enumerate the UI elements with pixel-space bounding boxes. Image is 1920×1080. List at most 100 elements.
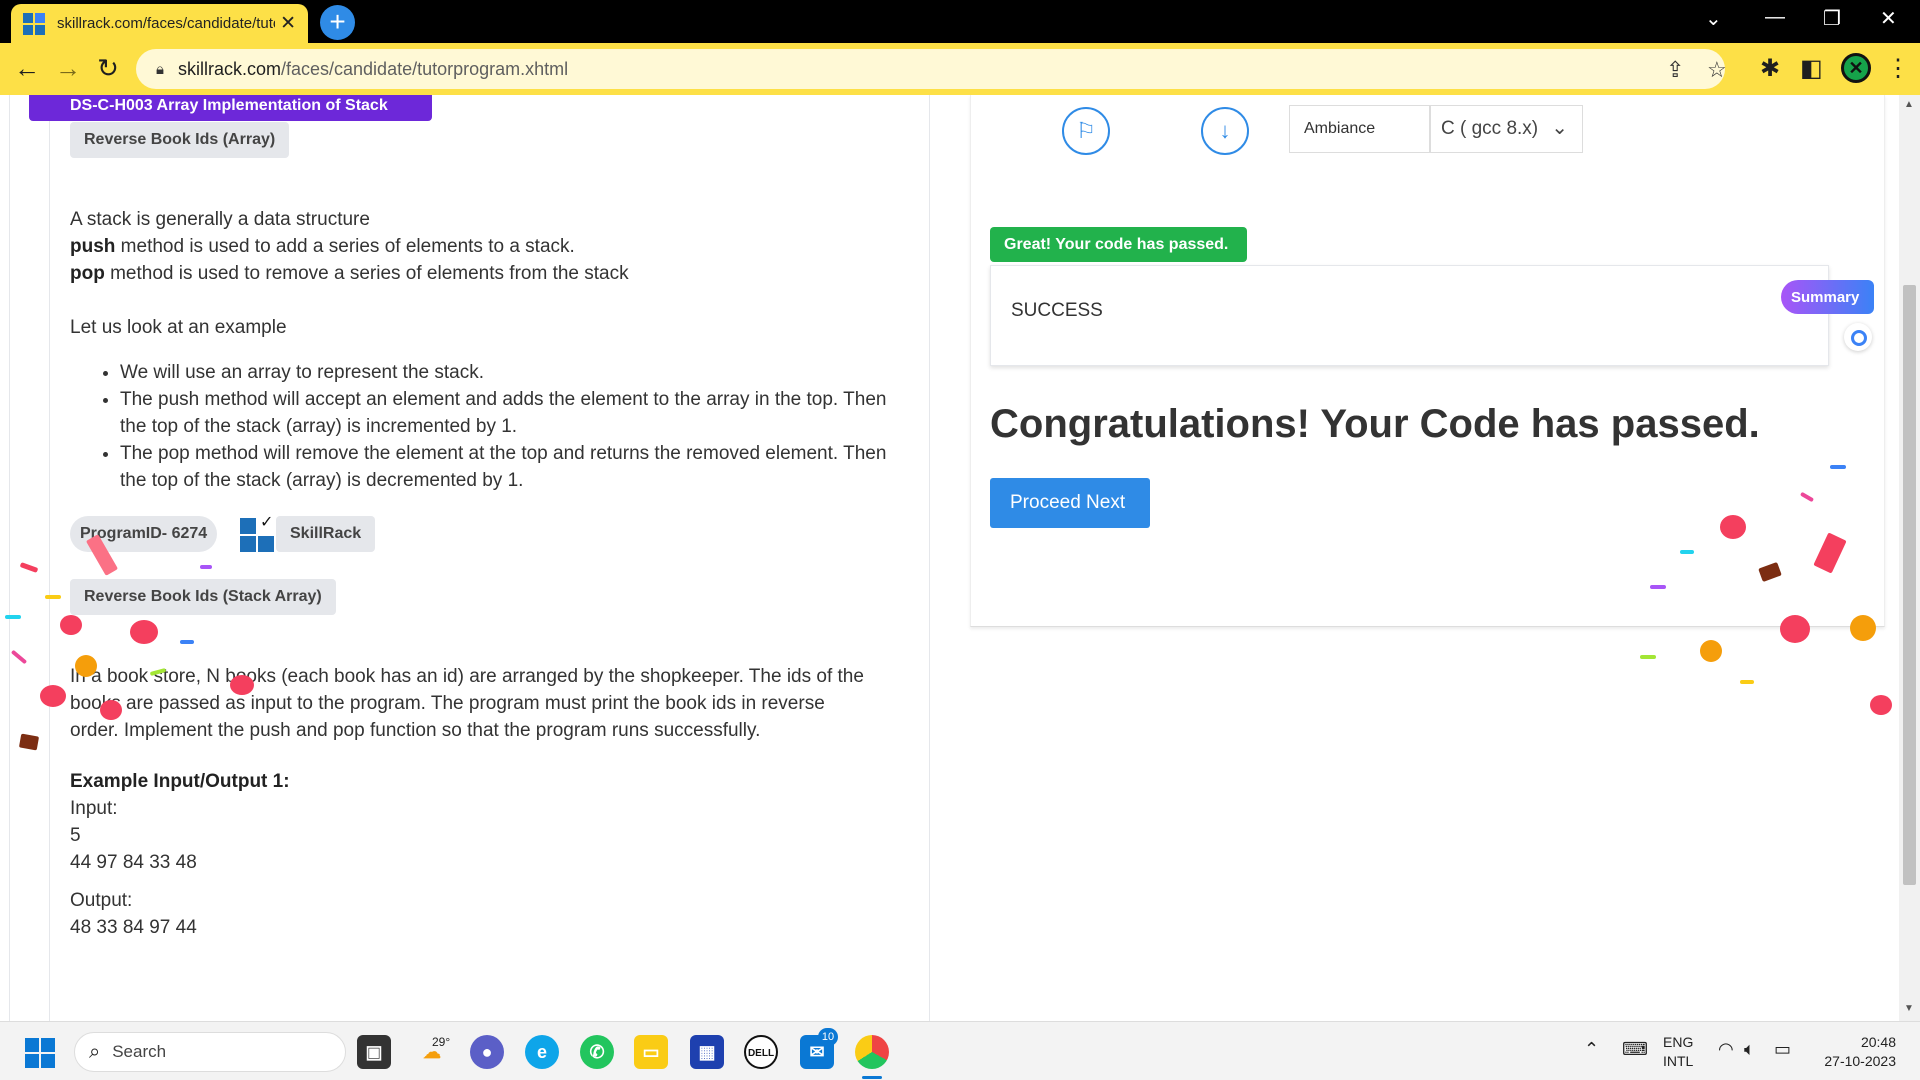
confetti-piece	[1740, 680, 1754, 684]
edge-icon[interactable]: e	[525, 1035, 559, 1069]
program-title-ribbon: DS-C-H003 Array Implementation of Stack	[29, 95, 432, 121]
restore-icon[interactable]: ❐	[1823, 6, 1841, 31]
confetti-piece	[200, 565, 212, 569]
confetti-piece	[1850, 615, 1876, 641]
lang-line: ENG	[1663, 1034, 1694, 1050]
summary-button[interactable]: Summary	[1781, 280, 1874, 314]
new-tab-button[interactable]: +	[320, 5, 355, 40]
problem-statement: In a book store, N books (each book has …	[70, 663, 910, 744]
theme-select[interactable]: Ambiance	[1289, 105, 1430, 153]
problem-line: order. Implement the push and pop functi…	[70, 720, 761, 741]
skillrack-brand: SkillRack	[276, 516, 376, 552]
input-label: Input:	[70, 798, 118, 819]
volume-icon[interactable]: 🔈︎	[1744, 1039, 1755, 1060]
share-icon[interactable]: ⇪	[1666, 57, 1684, 83]
windows-start-icon[interactable]	[25, 1038, 55, 1068]
skillrack-favicon-icon	[23, 12, 45, 35]
list-item: The pop method will remove the element a…	[120, 440, 900, 494]
browser-tab-strip: skillrack.com/faces/candidate/tutorprogr…	[0, 0, 1920, 43]
scroll-thumb[interactable]	[1903, 285, 1916, 885]
clock[interactable]: 20:48 27-10-2023	[1814, 1033, 1896, 1071]
assistant-icon[interactable]	[1844, 323, 1872, 351]
chevron-down-icon: ⌄	[1551, 117, 1568, 139]
confetti-piece	[18, 733, 40, 751]
output-values: 48 33 84 97 44	[70, 917, 197, 938]
weather-temp: 29°	[432, 1035, 451, 1049]
input-language[interactable]: ENG INTL	[1663, 1033, 1693, 1071]
menu-icon[interactable]: ⋮	[1886, 54, 1910, 83]
touch-keyboard-icon[interactable]: ⌨	[1622, 1039, 1648, 1060]
confetti-piece	[230, 675, 254, 695]
scroll-down-icon[interactable]: ▼	[1904, 1003, 1914, 1014]
lock-icon[interactable]: 🔒︎	[156, 61, 164, 78]
address-bar[interactable]: 🔒︎ skillrack.com/faces/candidate/tutorpr…	[136, 49, 1727, 89]
problem-line: books are passed as input to the program…	[70, 693, 825, 714]
confetti-piece	[5, 615, 21, 619]
problem-title-chip: Reverse Book Ids (Stack Array)	[70, 579, 336, 615]
chevron-up-icon[interactable]: ⌃	[1584, 1039, 1599, 1060]
input-values: 44 97 84 33 48	[70, 852, 197, 873]
sidepanel-icon[interactable]: ◧	[1800, 54, 1823, 83]
confetti-piece	[1780, 615, 1810, 643]
input-n: 5	[70, 825, 81, 846]
example-intro: Let us look at an example	[70, 317, 287, 338]
explanation-list: We will use an array to represent the st…	[120, 359, 900, 494]
confetti-piece	[45, 595, 61, 599]
problem-line: In a book store, N books (each book has …	[70, 666, 864, 687]
browser-tab[interactable]: skillrack.com/faces/candidate/tutorprogr…	[11, 4, 308, 43]
proceed-next-button[interactable]: Proceed Next	[990, 478, 1150, 528]
scroll-up-icon[interactable]: ▲	[1904, 99, 1914, 110]
profile-icon[interactable]: ✕	[1841, 53, 1871, 83]
pass-badge: Great! Your code has passed.	[990, 227, 1247, 262]
language-select[interactable]: C ( gcc 8.x) ⌄	[1430, 105, 1583, 153]
microsoft-store-icon[interactable]: ▦	[690, 1035, 724, 1069]
push-line: push method is used to add a series of e…	[70, 233, 629, 260]
clock-time: 20:48	[1860, 1034, 1896, 1050]
confetti-piece	[1640, 655, 1656, 659]
confetti-piece	[1870, 695, 1892, 715]
language-value: C ( gcc 8.x)	[1441, 118, 1539, 139]
submit-icon[interactable]: ⚐	[1062, 107, 1110, 155]
tab-search-icon[interactable]: ⌄	[1705, 6, 1722, 31]
download-icon[interactable]: ↓	[1201, 107, 1249, 155]
minimize-icon[interactable]: —	[1765, 6, 1785, 29]
windows-taskbar: ⌕ Search ▣ ☁ 29° ● e ✆ ▭ ▦ DELL ✉ 10 ⌃ ⌨…	[0, 1021, 1920, 1080]
url-path: /faces/candidate/tutorprogram.xhtml	[281, 58, 569, 79]
teams-chat-icon[interactable]: ●	[470, 1035, 504, 1069]
extensions-icon[interactable]: ✱	[1760, 54, 1780, 83]
pop-keyword: pop	[70, 263, 105, 284]
close-window-icon[interactable]: ✕	[1880, 6, 1897, 31]
list-item: The push method will accept an element a…	[120, 386, 900, 440]
page-scrollbar[interactable]: ▲ ▼	[1899, 95, 1920, 1021]
star-icon[interactable]: ☆	[1707, 57, 1727, 83]
task-view-icon[interactable]: ▣	[357, 1035, 391, 1069]
confetti-piece	[75, 655, 97, 677]
output-label: Output:	[70, 890, 133, 911]
dell-icon[interactable]: DELL	[744, 1035, 778, 1069]
confetti-piece	[19, 562, 39, 573]
skillrack-logo-icon: ✓	[240, 514, 276, 552]
search-label: Search	[112, 1042, 167, 1061]
confetti-piece	[1650, 585, 1666, 589]
file-explorer-icon[interactable]: ▭	[634, 1035, 668, 1069]
whatsapp-icon[interactable]: ✆	[580, 1035, 614, 1069]
taskbar-search[interactable]: ⌕ Search	[74, 1032, 346, 1072]
push-keyword: push	[70, 236, 116, 257]
back-icon[interactable]: ←	[11, 53, 43, 84]
page-viewport: DS-C-H003 Array Implementation of Stack …	[0, 95, 1920, 1021]
example-heading: Example Input/Output 1:	[70, 771, 290, 792]
topic-chip: Reverse Book Ids (Array)	[70, 122, 290, 158]
list-item: We will use an array to represent the st…	[120, 359, 900, 386]
chrome-icon[interactable]	[855, 1035, 889, 1069]
confetti-piece	[1680, 550, 1694, 554]
forward-icon[interactable]: →	[52, 53, 84, 84]
reload-icon[interactable]: ↻	[92, 53, 124, 84]
confetti-piece	[60, 615, 82, 635]
wifi-icon[interactable]: ◠	[1718, 1039, 1734, 1060]
confetti-piece	[1830, 465, 1846, 469]
notification-badge: 10	[818, 1028, 838, 1046]
battery-icon[interactable]: ▭	[1774, 1039, 1791, 1060]
tab-close-icon[interactable]: ✕	[280, 12, 296, 35]
confetti-piece	[100, 700, 122, 720]
